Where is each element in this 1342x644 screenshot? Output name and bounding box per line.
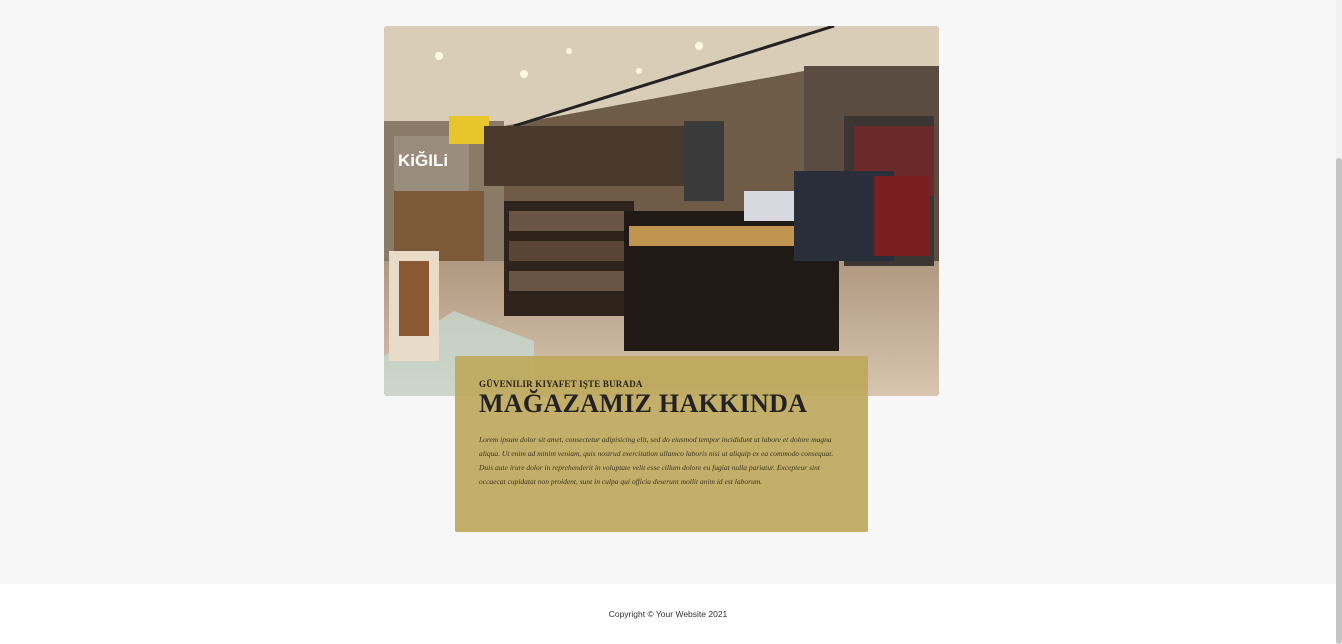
store-interior-photo: KiĞILi — [384, 26, 939, 396]
page-scrollbar[interactable] — [1336, 0, 1342, 644]
site-footer: Copyright © Your Website 2021 — [0, 584, 1336, 644]
about-store-card: GÜVENILIR KIYAFET IŞTE BURADA MAĞAZAMIZ … — [455, 356, 868, 532]
copyright-text: Copyright © Your Website 2021 — [608, 609, 728, 619]
about-subtitle: GÜVENILIR KIYAFET IŞTE BURADA — [479, 379, 643, 389]
scrollbar-thumb[interactable] — [1336, 158, 1342, 644]
about-title: MAĞAZAMIZ HAKKINDA — [479, 389, 808, 418]
about-body-text: Lorem ipsum dolor sit amet, consectetur … — [479, 435, 834, 486]
brand-sign: KiĞILi — [398, 151, 448, 170]
store-interior-illustration: KiĞILi — [384, 26, 939, 396]
